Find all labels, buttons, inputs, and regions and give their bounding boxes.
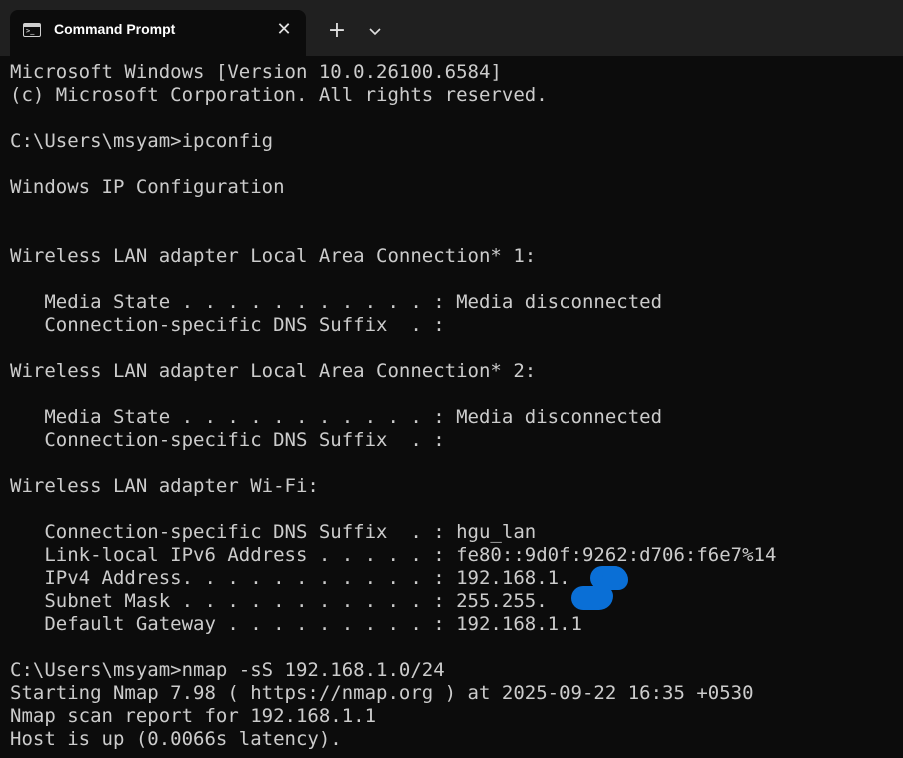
tab-command-prompt[interactable]: >_ Command Prompt ✕	[10, 10, 306, 56]
plus-icon[interactable]: +	[322, 17, 352, 47]
console-line: Media State . . . . . . . . . . . : Medi…	[10, 291, 663, 313]
console-output[interactable]: Microsoft Windows [Version 10.0.26100.65…	[10, 61, 890, 751]
terminal-window: >_ Command Prompt ✕ + Microsoft Windows …	[0, 0, 903, 758]
console-line: Connection-specific DNS Suffix . :	[10, 314, 445, 336]
console-line: IPv4 Address. . . . . . . . . . . : 192.…	[10, 567, 571, 589]
console-line: Subnet Mask . . . . . . . . . . . : 255.…	[10, 590, 605, 612]
redaction-mark-ipv4-blob	[602, 566, 626, 586]
title-bar[interactable]: >_ Command Prompt ✕ +	[0, 0, 903, 56]
console-line: Microsoft Windows [Version 10.0.26100.65…	[10, 61, 502, 83]
console-line: C:\Users\msyam>ipconfig	[10, 130, 274, 152]
console-line: Connection-specific DNS Suffix . : hgu_l…	[10, 521, 537, 543]
console-line: C:\Users\msyam>nmap -sS 192.168.1.0/24	[10, 659, 445, 681]
console-line: Starting Nmap 7.98 ( https://nmap.org ) …	[10, 682, 754, 704]
console-line: Wireless LAN adapter Local Area Connecti…	[10, 245, 537, 267]
console-line: Wireless LAN adapter Local Area Connecti…	[10, 360, 537, 382]
console-line: Default Gateway . . . . . . . . . : 192.…	[10, 613, 582, 635]
terminal-icon: >_	[23, 23, 41, 37]
chevron-down-icon[interactable]	[362, 17, 388, 47]
tab-title: Command Prompt	[54, 21, 176, 37]
console-line: Link-local IPv6 Address . . . . . : fe80…	[10, 544, 777, 566]
console-line: Connection-specific DNS Suffix . :	[10, 429, 445, 451]
console-line: Windows IP Configuration	[10, 176, 285, 198]
redaction-mark-subnet	[571, 586, 613, 610]
console-line: Media State . . . . . . . . . . . : Medi…	[10, 406, 663, 428]
close-icon[interactable]: ✕	[274, 20, 294, 40]
console-line: (c) Microsoft Corporation. All rights re…	[10, 84, 548, 106]
console-line: Wireless LAN adapter Wi-Fi:	[10, 475, 319, 497]
console-line: Nmap scan report for 192.168.1.1	[10, 705, 377, 727]
console-line: Host is up (0.0066s latency).	[10, 728, 342, 750]
